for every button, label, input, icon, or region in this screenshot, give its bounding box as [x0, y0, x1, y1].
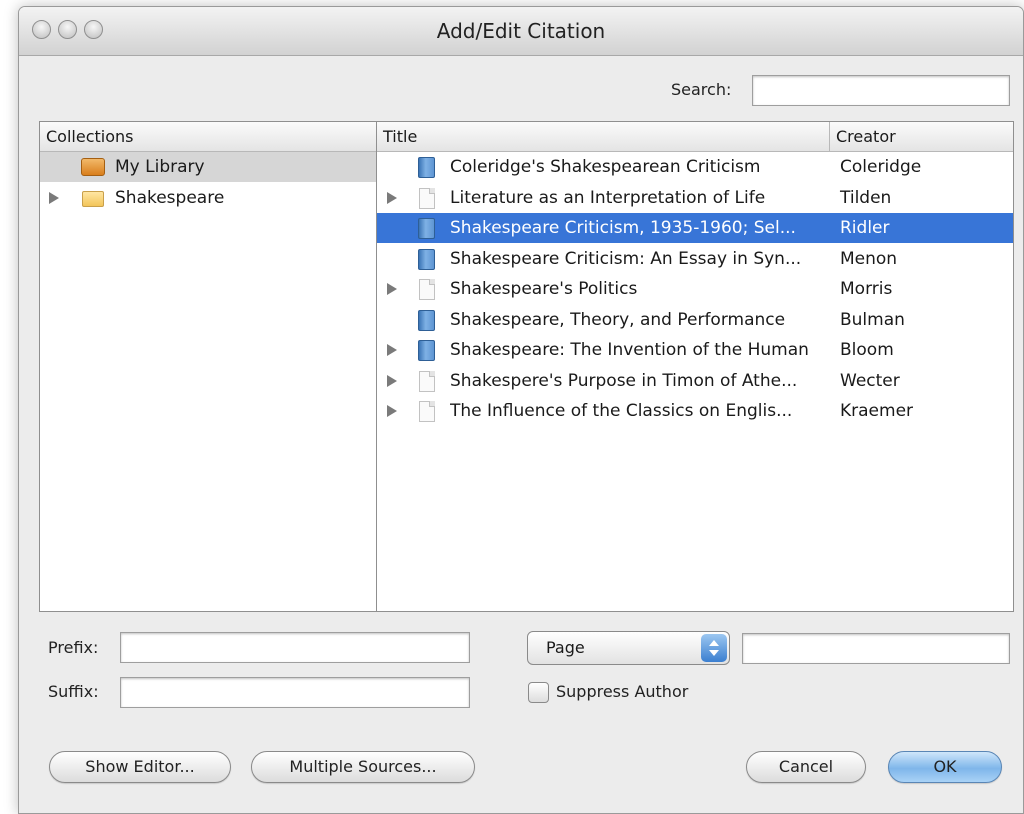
item-row[interactable]: Shakespeare: The Invention of the Human … [377, 335, 1013, 365]
item-row[interactable]: Literature as an Interpretation of Life … [377, 183, 1013, 213]
disclosure-triangle-icon[interactable] [387, 375, 397, 387]
window-title: Add/Edit Citation [436, 19, 606, 43]
item-row[interactable]: The Influence of the Classics on Englis.… [377, 396, 1013, 426]
book-icon [418, 249, 435, 270]
add-edit-citation-dialog: Add/Edit Citation Search: Collections My… [18, 6, 1024, 814]
item-creator: Bulman [840, 310, 905, 330]
item-title: Shakespeare: The Invention of the Human [450, 340, 809, 360]
item-title: Shakespeare, Theory, and Performance [450, 310, 786, 330]
document-icon [419, 371, 435, 392]
library-icon [81, 158, 105, 176]
item-row[interactable]: Shakespere's Purpose in Timon of Athe...… [377, 366, 1013, 396]
locator-type-value: Page [546, 638, 585, 657]
search-label: Search: [671, 80, 732, 99]
title-column-header[interactable]: Title [377, 122, 829, 152]
item-row-selected[interactable]: Shakespeare Criticism, 1935-1960; Sel...… [377, 213, 1013, 243]
disclosure-triangle-icon[interactable] [387, 344, 397, 356]
document-icon [419, 401, 435, 422]
item-row[interactable]: Shakespeare's Politics Morris [377, 274, 1013, 304]
book-icon [418, 310, 435, 331]
item-row[interactable]: Shakespeare, Theory, and Performance Bul… [377, 305, 1013, 335]
suffix-label: Suffix: [48, 682, 99, 701]
item-title: Shakespere's Purpose in Timon of Athe... [450, 371, 798, 391]
suffix-input[interactable] [120, 677, 470, 708]
multiple-sources-button[interactable]: Multiple Sources... [251, 751, 475, 783]
item-creator: Morris [840, 279, 893, 299]
folder-icon [82, 191, 104, 207]
item-title: Shakespeare Criticism, 1935-1960; Sel... [450, 218, 796, 238]
collections-pane[interactable]: Collections My Library Shakespeare [39, 121, 377, 612]
ok-button[interactable]: OK [888, 751, 1002, 783]
item-title: Shakespeare's Politics [450, 279, 638, 299]
document-icon [419, 188, 435, 209]
collection-shakespeare[interactable]: Shakespeare [40, 183, 376, 213]
item-title: Shakespeare Criticism: An Essay in Syn..… [450, 249, 802, 269]
book-icon [418, 218, 435, 239]
show-editor-button[interactable]: Show Editor... [49, 751, 231, 783]
book-icon [418, 340, 435, 361]
item-creator: Coleridge [840, 157, 922, 177]
title-bar[interactable]: Add/Edit Citation [19, 7, 1023, 56]
book-icon [418, 157, 435, 178]
collection-label: Shakespeare [115, 188, 225, 208]
disclosure-triangle-icon[interactable] [49, 192, 59, 204]
item-creator: Menon [840, 249, 898, 269]
item-title: Literature as an Interpretation of Life [450, 188, 766, 208]
prefix-label: Prefix: [48, 638, 99, 657]
collections-header[interactable]: Collections [40, 122, 376, 152]
locator-type-select[interactable]: Page [527, 631, 730, 665]
disclosure-triangle-icon[interactable] [387, 192, 397, 204]
item-creator: Wecter [840, 371, 900, 391]
item-row[interactable]: Coleridge's Shakespearean Criticism Cole… [377, 152, 1013, 182]
disclosure-triangle-icon[interactable] [387, 405, 397, 417]
suppress-author-checkbox[interactable] [528, 682, 549, 703]
item-title: The Influence of the Classics on Englis.… [450, 401, 793, 421]
select-arrows-icon [701, 634, 727, 662]
prefix-input[interactable] [120, 632, 470, 663]
disclosure-triangle-icon[interactable] [387, 283, 397, 295]
search-input[interactable] [752, 75, 1010, 106]
item-row[interactable]: Shakespeare Criticism: An Essay in Syn..… [377, 244, 1013, 274]
collection-label: My Library [115, 157, 205, 177]
creator-column-header[interactable]: Creator [829, 122, 1013, 152]
item-creator: Bloom [840, 340, 894, 360]
item-title: Coleridge's Shakespearean Criticism [450, 157, 761, 177]
locator-input[interactable] [742, 633, 1010, 664]
cancel-button[interactable]: Cancel [746, 751, 866, 783]
document-icon [419, 279, 435, 300]
item-creator: Ridler [840, 218, 890, 238]
collection-my-library[interactable]: My Library [40, 152, 376, 182]
item-creator: Kraemer [840, 401, 914, 421]
suppress-author-label[interactable]: Suppress Author [556, 682, 688, 701]
item-creator: Tilden [840, 188, 892, 208]
items-pane[interactable]: Title Creator Coleridge's Shakespearean … [376, 121, 1014, 612]
